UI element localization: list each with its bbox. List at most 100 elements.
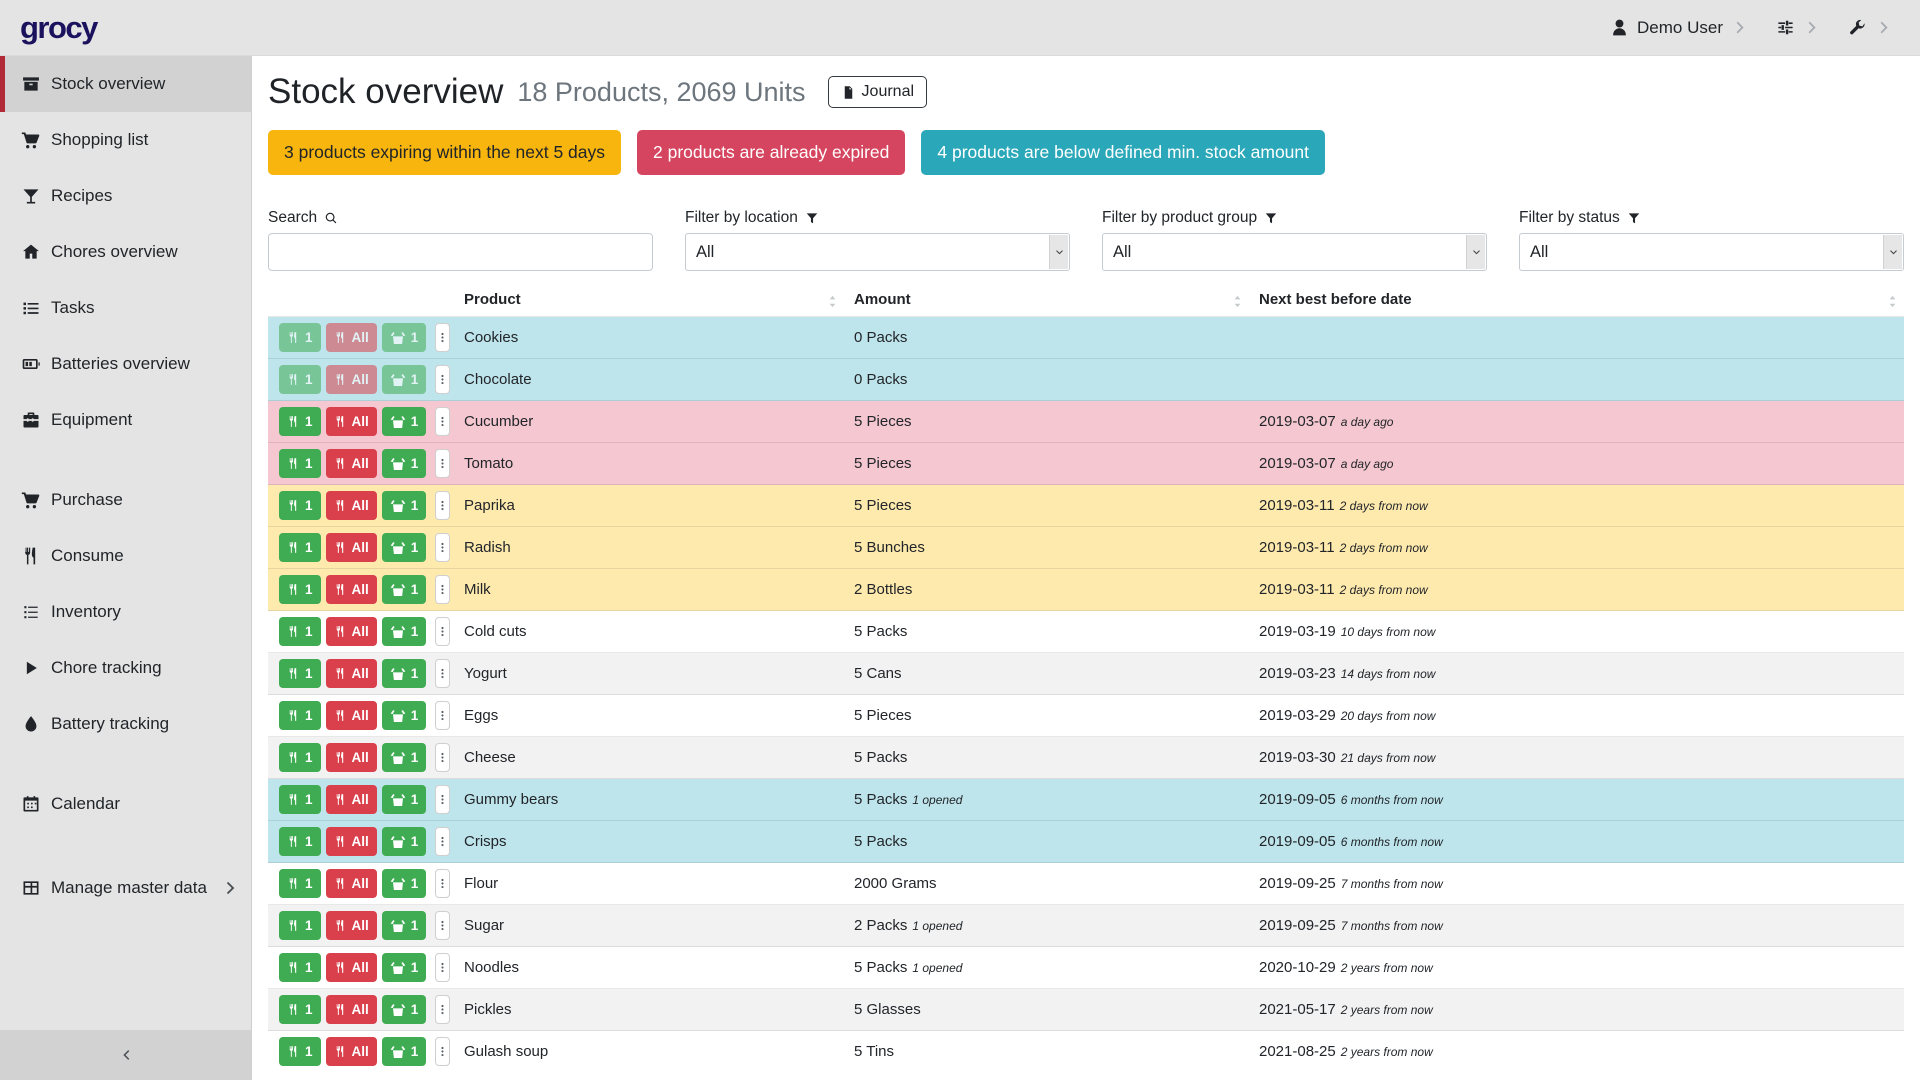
row-menu-button[interactable] <box>435 323 450 352</box>
consume-all-button[interactable]: All <box>326 785 377 814</box>
sidebar-item-stock-overview[interactable]: Stock overview <box>0 56 251 112</box>
consume-one-button[interactable]: 1 <box>279 617 321 646</box>
filter-icon <box>1627 211 1641 225</box>
admin-menu[interactable] <box>1848 18 1894 37</box>
user-menu[interactable]: Demo User <box>1610 18 1750 38</box>
row-menu-button[interactable] <box>435 575 450 604</box>
consume-one-button[interactable]: 1 <box>279 743 321 772</box>
consume-one-button[interactable]: 1 <box>279 785 321 814</box>
consume-all-button[interactable]: All <box>326 617 377 646</box>
row-menu-button[interactable] <box>435 869 450 898</box>
row-menu-button[interactable] <box>435 827 450 856</box>
product-group-select[interactable]: All <box>1102 233 1487 271</box>
consume-all-button[interactable]: All <box>326 533 377 562</box>
journal-button[interactable]: Journal <box>828 76 927 108</box>
sidebar-item-equipment[interactable]: Equipment <box>0 392 251 448</box>
consume-all-button[interactable]: All <box>326 491 377 520</box>
open-one-button[interactable]: 1 <box>382 911 427 940</box>
consume-one-button[interactable]: 1 <box>279 533 321 562</box>
open-one-button[interactable]: 1 <box>382 407 427 436</box>
consume-all-button[interactable]: All <box>326 323 377 352</box>
product-column-header[interactable]: Product <box>454 285 844 317</box>
row-menu-button[interactable] <box>435 407 450 436</box>
row-menu-button[interactable] <box>435 365 450 394</box>
consume-all-button[interactable]: All <box>326 407 377 436</box>
consume-one-button[interactable]: 1 <box>279 995 321 1024</box>
open-one-button[interactable]: 1 <box>382 575 427 604</box>
status-select[interactable]: All <box>1519 233 1904 271</box>
sidebar-item-tasks[interactable]: Tasks <box>0 280 251 336</box>
sidebar-item-manage-master-data[interactable]: Manage master data <box>0 860 251 916</box>
row-menu-button[interactable] <box>435 1037 450 1066</box>
row-menu-button[interactable] <box>435 995 450 1024</box>
location-select[interactable]: All <box>685 233 1070 271</box>
consume-all-button[interactable]: All <box>326 659 377 688</box>
consume-all-button[interactable]: All <box>326 995 377 1024</box>
amount-column-header[interactable]: Amount <box>844 285 1249 317</box>
sidebar-item-purchase[interactable]: Purchase <box>0 472 251 528</box>
consume-all-button[interactable]: All <box>326 449 377 478</box>
open-one-button[interactable]: 1 <box>382 743 427 772</box>
consume-one-button[interactable]: 1 <box>279 575 321 604</box>
consume-all-button[interactable]: All <box>326 575 377 604</box>
open-one-button[interactable]: 1 <box>382 659 427 688</box>
row-menu-button[interactable] <box>435 953 450 982</box>
open-one-button[interactable]: 1 <box>382 449 427 478</box>
row-menu-button[interactable] <box>435 617 450 646</box>
consume-one-button[interactable]: 1 <box>279 869 321 898</box>
open-one-button[interactable]: 1 <box>382 323 427 352</box>
sidebar-item-calendar[interactable]: Calendar <box>0 776 251 832</box>
consume-all-button[interactable]: All <box>326 953 377 982</box>
consume-all-button[interactable]: All <box>326 827 377 856</box>
open-one-button[interactable]: 1 <box>382 533 427 562</box>
row-menu-button[interactable] <box>435 743 450 772</box>
open-one-button[interactable]: 1 <box>382 1037 427 1066</box>
open-one-button[interactable]: 1 <box>382 617 427 646</box>
open-one-button[interactable]: 1 <box>382 491 427 520</box>
sidebar-item-shopping-list[interactable]: Shopping list <box>0 112 251 168</box>
date-column-header[interactable]: Next best before date <box>1249 285 1904 317</box>
open-one-button[interactable]: 1 <box>382 827 427 856</box>
row-menu-button[interactable] <box>435 491 450 520</box>
consume-one-button[interactable]: 1 <box>279 1037 321 1066</box>
consume-all-button[interactable]: All <box>326 743 377 772</box>
consume-one-button[interactable]: 1 <box>279 953 321 982</box>
row-menu-button[interactable] <box>435 911 450 940</box>
sidebar-collapse-button[interactable] <box>0 1030 251 1080</box>
sidebar-item-chore-tracking[interactable]: Chore tracking <box>0 640 251 696</box>
open-one-button[interactable]: 1 <box>382 869 427 898</box>
open-one-button[interactable]: 1 <box>382 701 427 730</box>
consume-one-button[interactable]: 1 <box>279 659 321 688</box>
search-input[interactable] <box>268 233 653 271</box>
sidebar-item-consume[interactable]: Consume <box>0 528 251 584</box>
consume-all-button[interactable]: All <box>326 365 377 394</box>
settings-menu[interactable] <box>1776 18 1822 37</box>
sidebar-item-batteries-overview[interactable]: Batteries overview <box>0 336 251 392</box>
row-menu-button[interactable] <box>435 533 450 562</box>
consume-one-button[interactable]: 1 <box>279 827 321 856</box>
consume-one-button[interactable]: 1 <box>279 407 321 436</box>
open-one-button[interactable]: 1 <box>382 995 427 1024</box>
consume-all-button[interactable]: All <box>326 869 377 898</box>
consume-one-button[interactable]: 1 <box>279 911 321 940</box>
consume-one-button[interactable]: 1 <box>279 323 321 352</box>
sidebar-item-battery-tracking[interactable]: Battery tracking <box>0 696 251 752</box>
consume-one-button[interactable]: 1 <box>279 491 321 520</box>
row-menu-button[interactable] <box>435 449 450 478</box>
amount-cell: 5 Pieces <box>844 401 1249 443</box>
consume-all-button[interactable]: All <box>326 911 377 940</box>
row-menu-button[interactable] <box>435 785 450 814</box>
open-one-button[interactable]: 1 <box>382 785 427 814</box>
consume-all-button[interactable]: All <box>326 1037 377 1066</box>
consume-one-button[interactable]: 1 <box>279 449 321 478</box>
row-menu-button[interactable] <box>435 701 450 730</box>
open-one-button[interactable]: 1 <box>382 953 427 982</box>
sidebar-item-inventory[interactable]: Inventory <box>0 584 251 640</box>
consume-all-button[interactable]: All <box>326 701 377 730</box>
consume-one-button[interactable]: 1 <box>279 701 321 730</box>
consume-one-button[interactable]: 1 <box>279 365 321 394</box>
row-menu-button[interactable] <box>435 659 450 688</box>
sidebar-item-chores-overview[interactable]: Chores overview <box>0 224 251 280</box>
open-one-button[interactable]: 1 <box>382 365 427 394</box>
sidebar-item-recipes[interactable]: Recipes <box>0 168 251 224</box>
